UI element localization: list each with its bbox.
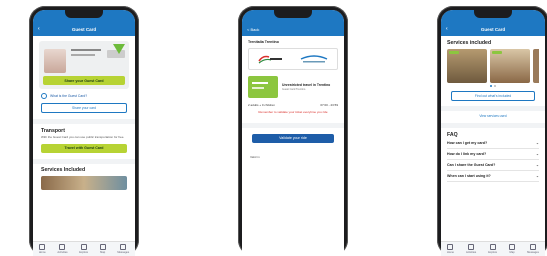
regional-transport-logo bbox=[300, 55, 328, 63]
validate-ride-button[interactable]: Validate your ride bbox=[252, 133, 334, 143]
explore-icon bbox=[489, 244, 496, 250]
tab-bar: Home Activities Explore Map Messages bbox=[441, 241, 545, 256]
service-badge bbox=[492, 51, 502, 54]
faq-item[interactable]: Can I share the Guest Card? ⌄ bbox=[447, 160, 539, 171]
carousel-dots bbox=[441, 85, 545, 87]
ticket-subtitle: Guest Card Trentino bbox=[282, 88, 306, 92]
tab-activities[interactable]: Activities bbox=[466, 244, 476, 254]
transport-text: With the Guest Card you can use public t… bbox=[41, 135, 125, 139]
chevron-down-icon: ⌄ bbox=[535, 174, 539, 178]
triangle-badge-icon bbox=[113, 44, 125, 54]
back-arrow-icon[interactable]: ‹ bbox=[446, 26, 448, 32]
services-heading: Services Included bbox=[41, 166, 86, 173]
find-out-button[interactable]: Find out what's included bbox=[451, 91, 535, 101]
phone-notch bbox=[274, 10, 312, 18]
messages-icon bbox=[120, 244, 127, 250]
info-icon bbox=[41, 93, 47, 99]
activities-icon bbox=[59, 244, 66, 250]
faq-item[interactable]: How do I link my card? ⌄ bbox=[447, 149, 539, 160]
page-title: Guest Card bbox=[480, 26, 506, 32]
tab-activities[interactable]: Activities bbox=[57, 244, 68, 254]
service-badge bbox=[449, 51, 459, 54]
nav-bar: < Back bbox=[242, 22, 344, 36]
operator-logos bbox=[248, 48, 338, 70]
share-card-button[interactable]: Share your card bbox=[41, 103, 127, 113]
chevron-down-icon: ⌄ bbox=[535, 152, 539, 156]
phone-notch bbox=[474, 10, 512, 18]
tab-home[interactable]: Home bbox=[447, 244, 454, 254]
phone-screen: < Back Trenitalia Trentino Unrestricted bbox=[242, 10, 344, 256]
tab-bar: Home Activities Explore Map Messages bbox=[33, 241, 135, 256]
travel-button[interactable]: Travel with Guest Card bbox=[41, 143, 127, 153]
tab-map[interactable]: Map bbox=[509, 244, 516, 254]
nav-bar: ‹ Guest Card bbox=[33, 22, 135, 36]
nav-bar: ‹ Guest Card bbox=[441, 22, 545, 36]
tab-explore[interactable]: Explore bbox=[488, 244, 497, 254]
phone-ticket: < Back Trenitalia Trentino Unrestricted bbox=[238, 6, 348, 256]
phone-services-faq: ‹ Guest Card Services included Find out … bbox=[437, 6, 547, 256]
faq-item[interactable]: When can I start using it? ⌄ bbox=[447, 171, 539, 182]
phone-notch bbox=[65, 10, 103, 18]
phone-guest-card: ‹ Guest Card Share your Guest Card What … bbox=[29, 6, 139, 256]
guest-card-image: Share your Guest Card bbox=[39, 41, 129, 89]
messages-icon bbox=[530, 244, 536, 250]
phone-screen: ‹ Guest Card Share your Guest Card What … bbox=[33, 10, 135, 256]
page-title: Guest Card bbox=[71, 26, 97, 32]
validation-warning: Remember to validate your ticket everyti… bbox=[258, 110, 328, 114]
back-button[interactable]: < Back bbox=[247, 27, 259, 32]
what-is-link[interactable]: What is the Guest Card? bbox=[50, 94, 87, 98]
operator-title: Trenitalia Trentino bbox=[248, 40, 279, 44]
card-photo bbox=[44, 49, 66, 73]
ticket-title: Unrestricted travel in Trentino bbox=[282, 82, 331, 87]
view-services-link[interactable]: View services used bbox=[447, 114, 539, 118]
validity-time: 07:00 - 23:59 bbox=[320, 103, 338, 107]
activities-icon bbox=[468, 244, 475, 250]
trenitalia-logo bbox=[258, 55, 282, 64]
ticket-card: Unrestricted travel in Trentino Guest Ca… bbox=[248, 75, 338, 99]
home-icon bbox=[447, 244, 454, 250]
map-icon bbox=[99, 244, 106, 250]
service-card[interactable] bbox=[490, 49, 530, 83]
valid-in-label: Valid in bbox=[250, 154, 260, 159]
service-card-peek bbox=[533, 49, 539, 83]
map-icon bbox=[509, 244, 516, 250]
ticket-thumbnail bbox=[248, 76, 278, 98]
home-icon bbox=[39, 244, 46, 250]
tab-messages[interactable]: Messages bbox=[527, 244, 539, 254]
explore-icon bbox=[80, 244, 87, 250]
tab-home[interactable]: Home bbox=[39, 244, 46, 254]
faq-item[interactable]: How can I get my card? ⌄ bbox=[447, 138, 539, 149]
passenger-count: 2 adults + 0 children bbox=[248, 103, 275, 107]
transport-heading: Transport bbox=[41, 128, 65, 134]
tab-messages[interactable]: Messages bbox=[117, 244, 129, 254]
service-card[interactable] bbox=[447, 49, 487, 83]
share-guest-card-button[interactable]: Share your Guest Card bbox=[43, 76, 125, 85]
chevron-down-icon: ⌄ bbox=[535, 163, 539, 167]
back-arrow-icon[interactable]: ‹ bbox=[38, 26, 40, 32]
services-image bbox=[41, 175, 127, 190]
services-heading: Services included bbox=[447, 40, 492, 46]
phone-screen: ‹ Guest Card Services included Find out … bbox=[441, 10, 545, 256]
what-is-link-row[interactable]: What is the Guest Card? bbox=[41, 93, 127, 99]
tab-explore[interactable]: Explore bbox=[79, 244, 88, 254]
services-carousel[interactable] bbox=[447, 49, 539, 83]
chevron-down-icon: ⌄ bbox=[535, 141, 539, 145]
tab-map[interactable]: Map bbox=[99, 244, 106, 254]
